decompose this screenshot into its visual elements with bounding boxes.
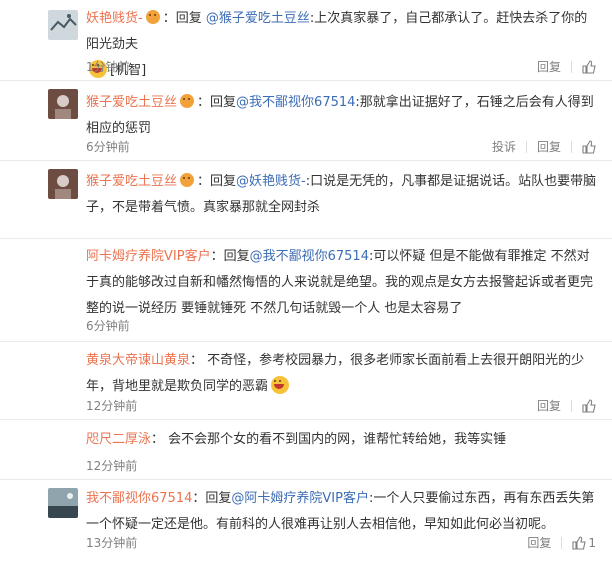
comment-content: 咫尺二厚泳： 会不会那个女的看不到国内的网，谁帮忙转给她，我等实锤 (86, 432, 507, 447)
comment-list: 妖艳贱货- ：回复 @猴子爱吃土豆丝:上次真家暴了，自己都承认了。赶快去杀了你的阳… (0, 0, 612, 563)
comment-actions: 回复 (527, 397, 596, 414)
reply-word: 回复 (205, 491, 232, 506)
comment-content: 阿卡姆疗养院VIP客户：回复@我不鄙视你67514:可以怀疑 但是不能做有罪推定… (86, 249, 594, 316)
mention-link[interactable]: @我不鄙视你67514 (236, 95, 355, 110)
reply-button[interactable]: 回复 (527, 534, 551, 551)
mention-link[interactable]: @阿卡姆疗养院VIP客户 (231, 491, 369, 506)
like-thumb-icon[interactable] (582, 139, 596, 154)
report-button[interactable]: 投诉 (492, 138, 516, 155)
comment-content: 猴子爱吃土豆丝 ：回复@妖艳贱货-:口说是无凭的，凡事都是证据说话。站队也要带脑子… (86, 173, 597, 215)
avatar[interactable] (48, 89, 78, 119)
comment-username[interactable]: 阿卡姆疗养院VIP客户 (86, 249, 211, 264)
reply-button[interactable]: 回复 (537, 58, 561, 75)
reply-button[interactable]: 回复 (537, 397, 561, 414)
reply-word: 回复 (210, 95, 237, 110)
comment-username[interactable]: 咫尺二厚泳 (86, 432, 151, 447)
comment-username[interactable]: 猴子爱吃土豆丝 (86, 95, 177, 110)
divider (561, 536, 563, 549)
comment-item: 黄泉大帝谏山黄泉： 不奇怪，参考校园暴力，很多老师家长面前看上去很开朗阳光的少年… (0, 342, 612, 420)
comment-time: 1分钟前 (86, 60, 130, 74)
like-count: 1 (588, 535, 596, 550)
avatar[interactable] (48, 169, 78, 199)
comment-item: 咫尺二厚泳： 会不会那个女的看不到国内的网，谁帮忙转给她，我等实锤 12分钟前 (0, 420, 612, 480)
comment-time: 12分钟前 (86, 459, 138, 473)
mention-link[interactable]: @我不鄙视你67514 (250, 249, 369, 264)
smile-emoji-icon (271, 376, 290, 394)
emoji-icon (180, 173, 195, 187)
comment-username[interactable]: 猴子爱吃土豆丝 (86, 174, 177, 189)
comment-content: 妖艳贱货- ：回复 @猴子爱吃土豆丝:上次真家暴了，自己都承认了。赶快去杀了你的阳… (86, 10, 588, 78)
comment-time: 6分钟前 (86, 140, 130, 154)
comment-content: 猴子爱吃土豆丝 ：回复@我不鄙视你67514:那就拿出证据好了，石锤之后会有人得到… (86, 94, 594, 136)
reply-word: 回复 (223, 249, 250, 264)
comment-actions: 投诉 回复 (482, 138, 596, 155)
avatar[interactable] (48, 488, 78, 518)
reply-word: 回复 (210, 174, 237, 189)
divider (525, 140, 527, 153)
comment-content: 我不鄙视你67514：回复@阿卡姆疗养院VIP客户:一个人只要偷过东西，再有东西… (86, 491, 595, 532)
comment-item: 猴子爱吃土豆丝 ：回复@我不鄙视你67514:那就拿出证据好了，石锤之后会有人得到… (0, 81, 612, 161)
comment-item: 我不鄙视你67514：回复@阿卡姆疗养院VIP客户:一个人只要偷过东西，再有东西… (0, 480, 612, 563)
comment-item: 猴子爱吃土豆丝 ：回复@妖艳贱货-:口说是无凭的，凡事都是证据说话。站队也要带脑子… (0, 161, 612, 239)
reply-word: 回复 (175, 11, 202, 26)
comment-username[interactable]: 我不鄙视你67514 (86, 491, 192, 506)
mention-link[interactable]: @猴子爱吃土豆丝 (206, 11, 310, 26)
divider (571, 60, 572, 73)
divider (571, 140, 572, 153)
emoji-icon (180, 94, 195, 108)
comment-item: 阿卡姆疗养院VIP客户：回复@我不鄙视你67514:可以怀疑 但是不能做有罪推定… (0, 239, 612, 342)
like-thumb-icon[interactable] (582, 59, 596, 74)
mention-link[interactable]: @妖艳贱货- (236, 174, 306, 189)
comment-time: 12分钟前 (86, 399, 138, 413)
comment-content: 黄泉大帝谏山黄泉： 不奇怪，参考校园暴力，很多老师家长面前看上去很开朗阳光的少年… (86, 353, 585, 394)
comment-text: 会不会那个女的看不到国内的网，谁帮忙转给她，我等实锤 (168, 432, 507, 447)
emoji-icon (145, 10, 160, 24)
comment-time: 6分钟前 (86, 319, 130, 333)
avatar[interactable] (48, 10, 78, 40)
comment-time: 13分钟前 (86, 536, 138, 550)
comment-username[interactable]: 黄泉大帝谏山黄泉 (86, 353, 190, 368)
comment-username[interactable]: 妖艳贱货- (86, 11, 143, 26)
comment-actions: 回复 (527, 58, 596, 75)
comment-actions: 回复 1 (517, 534, 596, 551)
divider (571, 399, 572, 412)
comment-text: :上次真家暴了，自己都承认了。赶快去杀了你的阳光劲夫 (86, 11, 588, 52)
reply-button[interactable]: 回复 (537, 138, 561, 155)
comment-item: 妖艳贱货- ：回复 @猴子爱吃土豆丝:上次真家暴了，自己都承认了。赶快去杀了你的阳… (0, 0, 612, 81)
like-thumb-icon[interactable] (572, 535, 587, 550)
like-thumb-icon[interactable] (582, 398, 596, 413)
